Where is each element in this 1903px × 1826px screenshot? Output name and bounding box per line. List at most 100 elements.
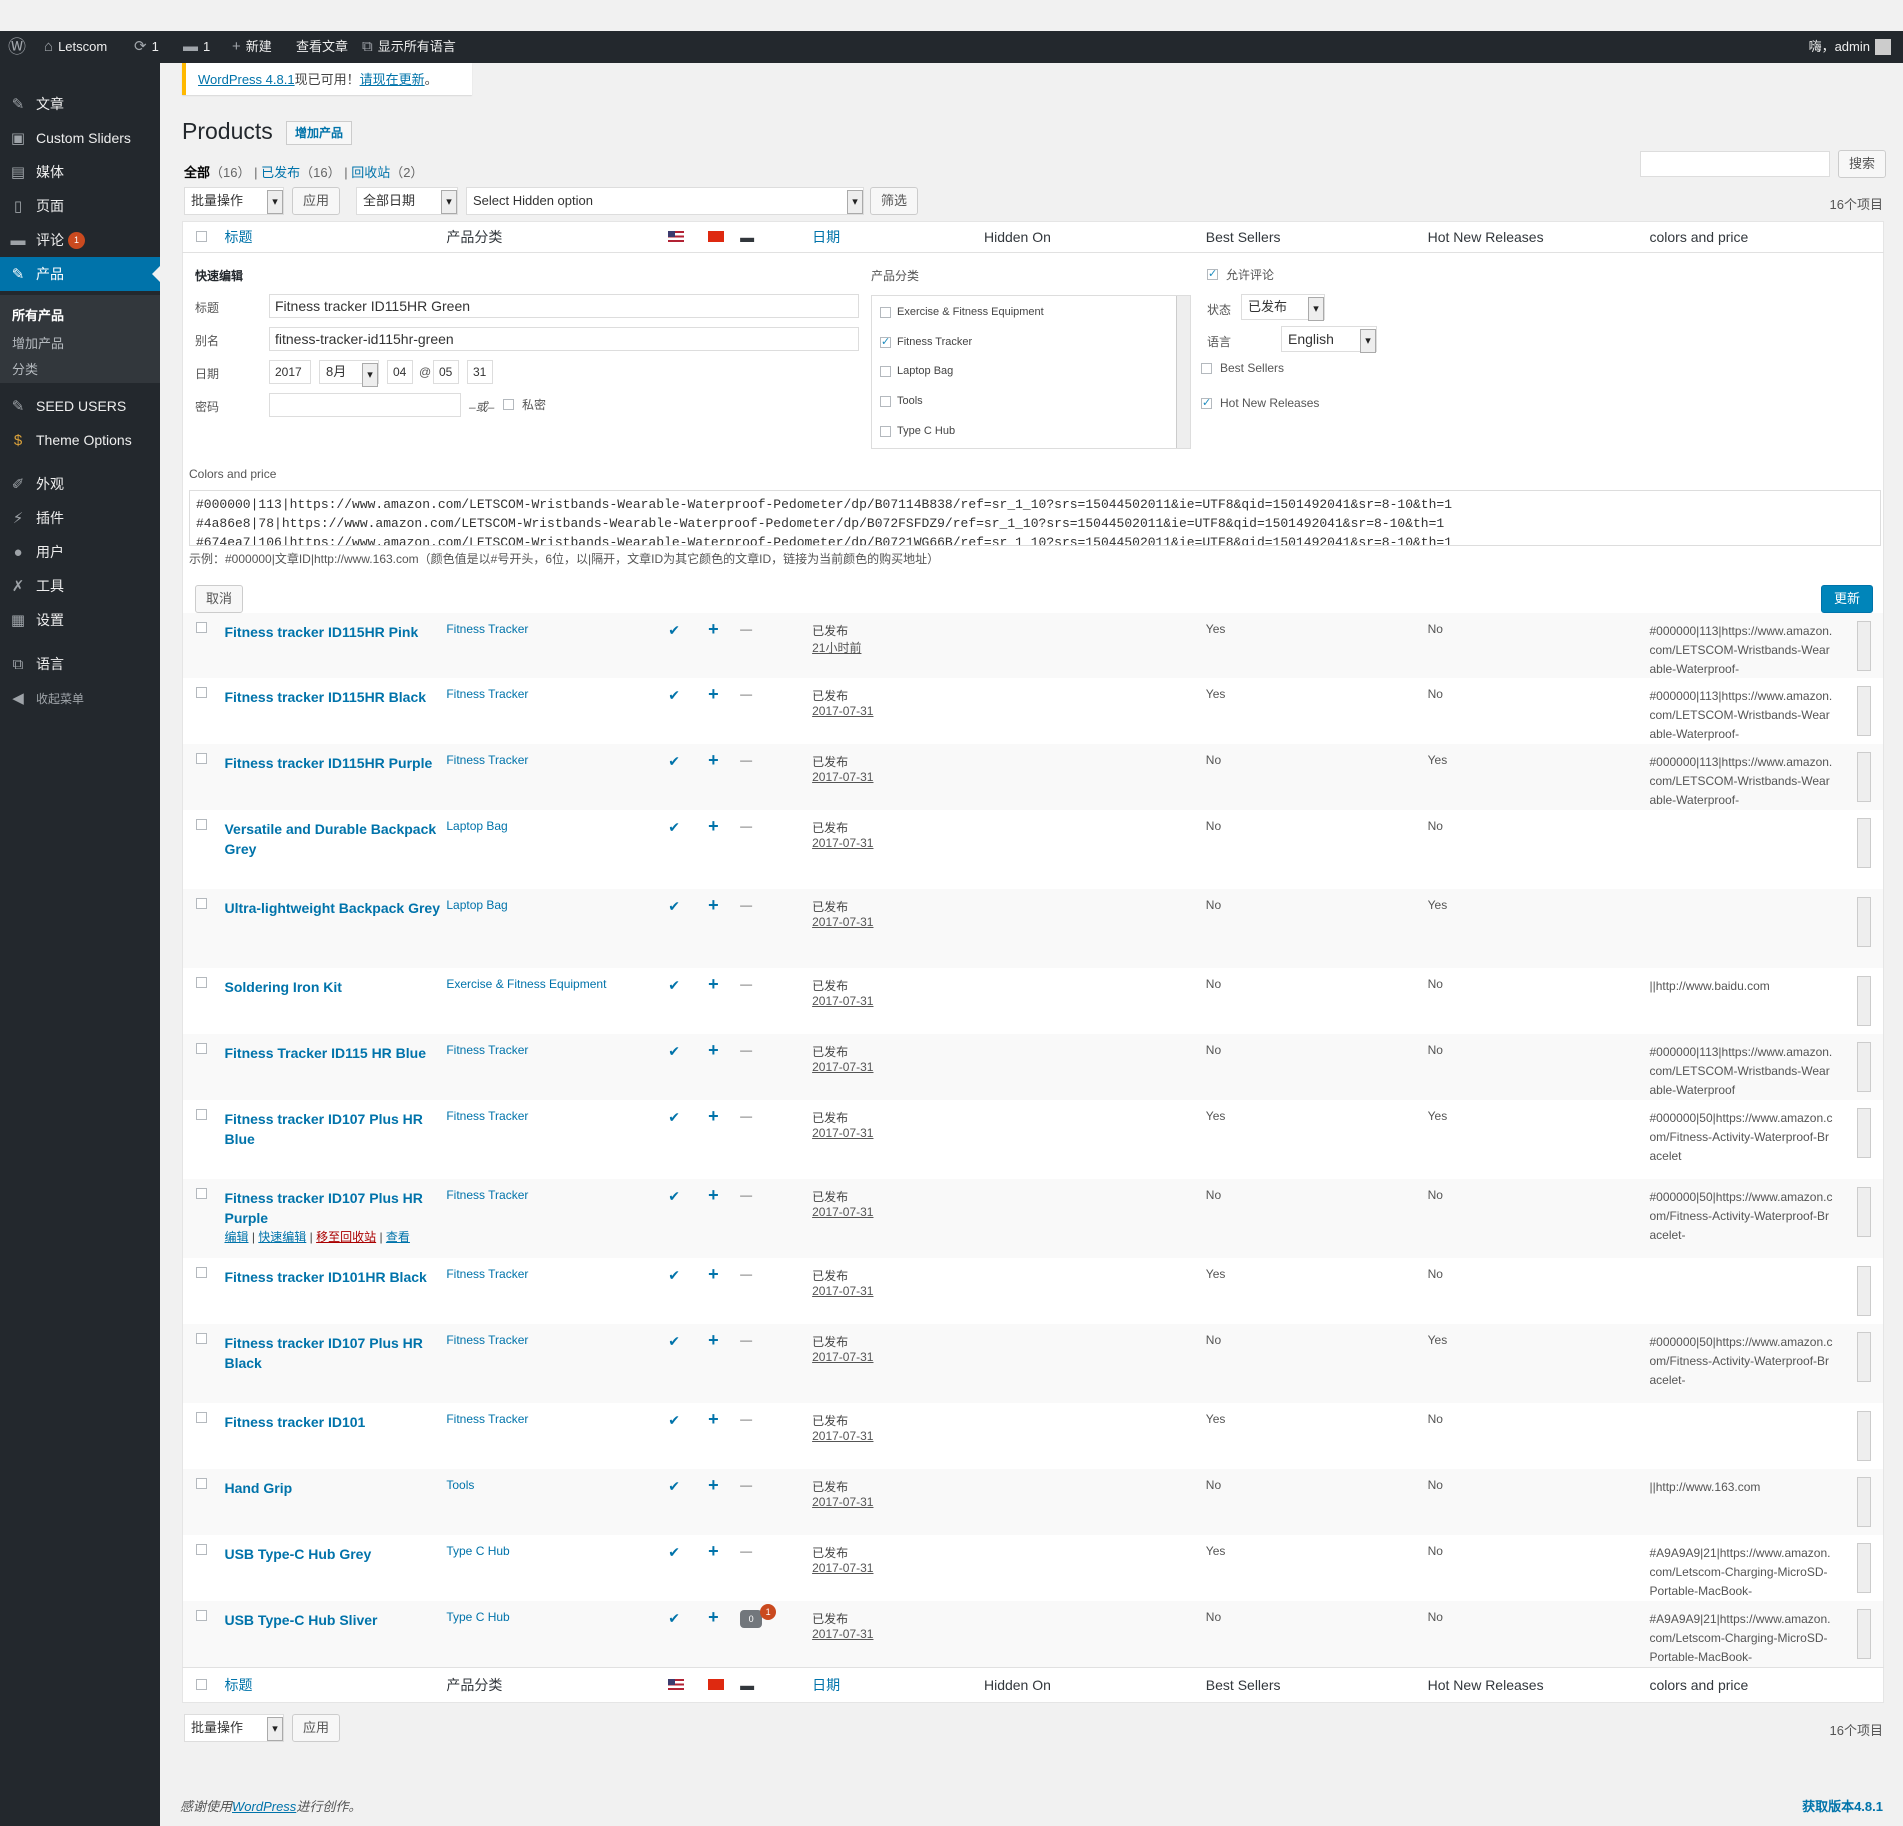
product-category-link[interactable]: Fitness Tracker xyxy=(446,1109,528,1123)
colors-scrollbar[interactable] xyxy=(1857,1477,1871,1527)
add-translation-icon[interactable]: + xyxy=(708,974,719,994)
product-category-link[interactable]: Laptop Bag xyxy=(446,898,507,912)
colors-price-textarea[interactable]: #000000|113|https://www.amazon.com/LETSC… xyxy=(189,490,1881,546)
submenu-add-product[interactable]: 增加产品 xyxy=(12,333,64,352)
colors-scrollbar[interactable] xyxy=(1857,1266,1871,1316)
slug-field[interactable]: fitness-tracker-id115hr-green xyxy=(269,327,859,351)
wordpress-link[interactable]: WordPress xyxy=(232,1799,296,1814)
product-category-link[interactable]: Laptop Bag xyxy=(446,819,507,833)
date-link[interactable]: 2017-07-31 xyxy=(812,1350,873,1364)
product-title-link[interactable]: Soldering Iron Kit xyxy=(224,977,446,997)
product-category-link[interactable]: Type C Hub xyxy=(446,1610,509,1624)
menu-posts[interactable]: ✎ 文章 xyxy=(0,87,160,121)
category-checkbox[interactable] xyxy=(880,425,891,437)
select-all-checkbox-footer[interactable] xyxy=(196,1678,207,1690)
product-title-link[interactable]: Fitness tracker ID101HR Black xyxy=(224,1267,446,1287)
view-published[interactable]: 已发布 xyxy=(261,165,300,180)
colors-scrollbar[interactable] xyxy=(1857,752,1871,802)
view-trash[interactable]: 回收站 xyxy=(351,165,390,180)
search-input[interactable] xyxy=(1640,151,1830,177)
view-all[interactable]: 全部 xyxy=(184,165,210,180)
row-checkbox[interactable] xyxy=(196,753,207,764)
apply-button[interactable]: 应用 xyxy=(292,187,341,215)
menu-media[interactable]: ▤ 媒体 xyxy=(0,155,160,189)
product-title-link[interactable]: Versatile and Durable Backpack Grey xyxy=(224,819,446,859)
date-link[interactable]: 2017-07-31 xyxy=(812,1495,873,1509)
product-category-link[interactable]: Fitness Tracker xyxy=(446,1043,528,1057)
add-translation-icon[interactable]: + xyxy=(708,684,719,704)
bulk-action-select-bottom[interactable]: 批量操作 xyxy=(184,1714,284,1742)
title-column-footer[interactable]: 标题 xyxy=(224,1677,252,1693)
colors-scrollbar[interactable] xyxy=(1857,897,1871,947)
comment-count-bubble[interactable]: 01 xyxy=(740,1604,777,1628)
menu-seed-users[interactable]: ✎ SEED USERS xyxy=(0,389,160,423)
language-select[interactable]: English xyxy=(1281,326,1377,353)
date-filter-select[interactable]: 全部日期 xyxy=(356,187,458,215)
private-checkbox[interactable] xyxy=(503,399,514,410)
date-link[interactable]: 2017-07-31 xyxy=(812,1429,873,1443)
product-category-link[interactable]: Fitness Tracker xyxy=(446,1267,528,1281)
apply-button-bottom[interactable]: 应用 xyxy=(292,1714,341,1742)
menu-comments[interactable]: ▬ 评论 1 xyxy=(0,223,160,257)
trash-link[interactable]: 移至回收站 xyxy=(316,1230,376,1244)
product-category-link[interactable]: Exercise & Fitness Equipment xyxy=(446,977,606,991)
wordpress-version-link[interactable]: WordPress 4.8.1 xyxy=(198,72,295,87)
minute-field[interactable]: 31 xyxy=(467,360,493,384)
day-field[interactable]: 04 xyxy=(387,360,413,384)
category-checkbox[interactable] xyxy=(880,395,891,407)
best-sellers-checkbox[interactable] xyxy=(1201,362,1212,374)
colors-scrollbar[interactable] xyxy=(1857,1108,1871,1158)
cancel-button[interactable]: 取消 xyxy=(195,585,244,613)
add-translation-icon[interactable]: + xyxy=(708,1040,719,1060)
colors-scrollbar[interactable] xyxy=(1857,686,1871,736)
colors-scrollbar[interactable] xyxy=(1857,1543,1871,1593)
colors-scrollbar[interactable] xyxy=(1857,1187,1871,1237)
comments-link[interactable]: ▬ 1 xyxy=(183,31,210,63)
product-category-link[interactable]: Fitness Tracker xyxy=(446,622,528,636)
bulk-action-select[interactable]: 批量操作 xyxy=(184,187,284,215)
product-title-link[interactable]: Ultra-lightweight Backpack Grey xyxy=(224,898,446,918)
date-column-footer[interactable]: 日期 xyxy=(812,1677,840,1693)
hot-new-releases-checkbox[interactable] xyxy=(1201,396,1212,409)
add-translation-icon[interactable]: + xyxy=(708,1607,719,1627)
category-scrollbar[interactable] xyxy=(1176,296,1190,448)
wordpress-logo-icon[interactable]: Ⓦ xyxy=(8,31,26,63)
date-link[interactable]: 2017-07-31 xyxy=(812,1205,873,1219)
quick-edit-link[interactable]: 快速编辑 xyxy=(258,1230,306,1244)
add-translation-icon[interactable]: + xyxy=(708,816,719,836)
edit-link[interactable]: 编辑 xyxy=(224,1230,248,1244)
menu-collapse[interactable]: ◀ 收起菜单 xyxy=(0,681,160,715)
date-link[interactable]: 2017-07-31 xyxy=(812,1126,873,1140)
title-field[interactable]: Fitness tracker ID115HR Green xyxy=(269,294,859,318)
colors-scrollbar[interactable] xyxy=(1857,1332,1871,1382)
row-checkbox[interactable] xyxy=(196,1267,207,1278)
row-checkbox[interactable] xyxy=(196,1109,207,1120)
product-title-link[interactable]: USB Type-C Hub Grey xyxy=(224,1544,446,1564)
product-title-link[interactable]: Fitness Tracker ID115 HR Blue xyxy=(224,1043,446,1063)
add-translation-icon[interactable]: + xyxy=(708,1106,719,1126)
colors-scrollbar[interactable] xyxy=(1857,1411,1871,1461)
add-translation-icon[interactable]: + xyxy=(708,1185,719,1205)
date-link[interactable]: 2017-07-31 xyxy=(812,915,873,929)
row-checkbox[interactable] xyxy=(196,898,207,909)
date-link[interactable]: 2017-07-31 xyxy=(812,1627,873,1641)
allow-comments-checkbox[interactable] xyxy=(1207,267,1218,280)
view-posts-link[interactable]: 查看文章 xyxy=(296,31,348,63)
date-column-header[interactable]: 日期 xyxy=(812,229,840,245)
row-checkbox[interactable] xyxy=(196,977,207,988)
menu-appearance[interactable]: ✐ 外观 xyxy=(0,467,160,501)
menu-languages[interactable]: ⧉ 语言 xyxy=(0,647,160,681)
category-checkbox[interactable] xyxy=(880,306,891,318)
add-translation-icon[interactable]: + xyxy=(708,1541,719,1561)
product-category-link[interactable]: Fitness Tracker xyxy=(446,753,528,767)
menu-users[interactable]: ● 用户 xyxy=(0,535,160,569)
add-translation-icon[interactable]: + xyxy=(708,1330,719,1350)
row-checkbox[interactable] xyxy=(196,1610,207,1621)
year-field[interactable]: 2017 xyxy=(269,360,311,384)
row-checkbox[interactable] xyxy=(196,687,207,698)
select-all-checkbox[interactable] xyxy=(196,231,207,242)
product-title-link[interactable]: Fitness tracker ID115HR Purple xyxy=(224,753,446,773)
add-product-button[interactable]: 增加产品 xyxy=(286,121,353,145)
date-link[interactable]: 2017-07-31 xyxy=(812,1060,873,1074)
status-select[interactable]: 已发布 xyxy=(1241,294,1325,321)
